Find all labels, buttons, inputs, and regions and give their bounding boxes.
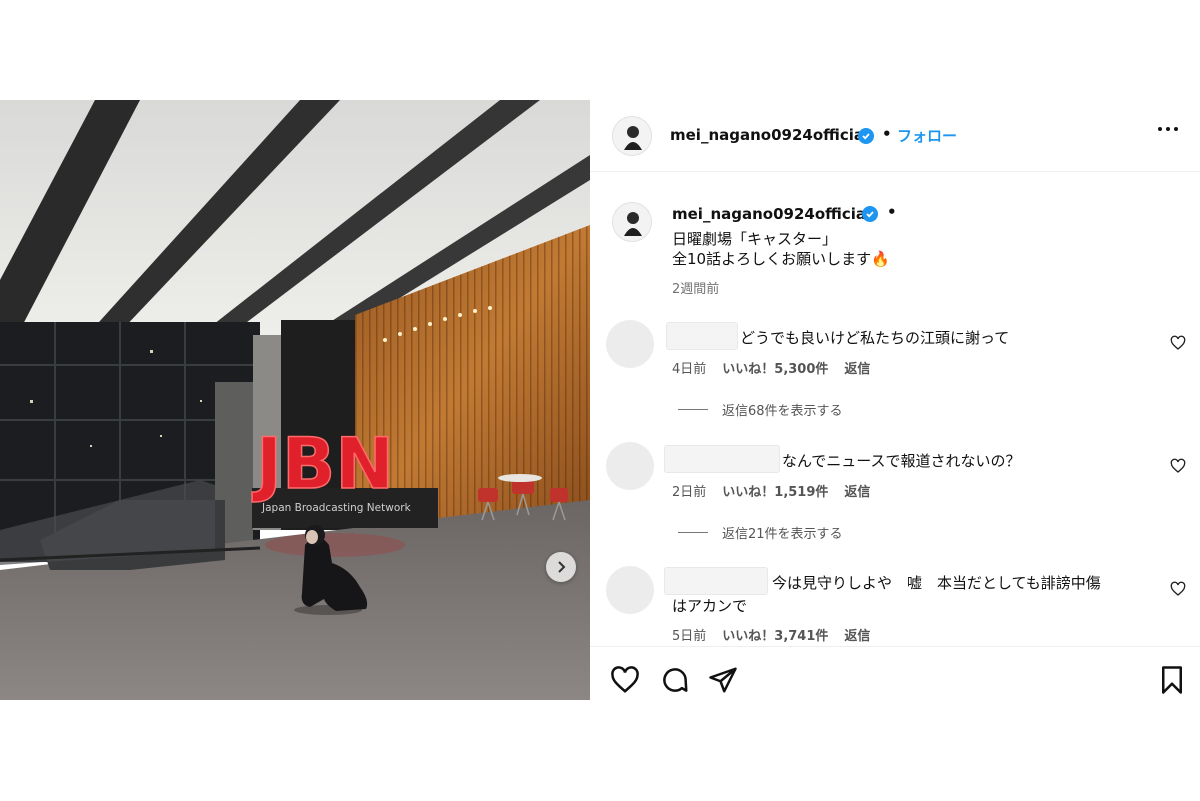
post-timestamp: 2週間前 xyxy=(672,282,720,297)
heart-icon[interactable] xyxy=(1170,581,1186,597)
reply-button[interactable]: 返信 xyxy=(844,625,870,644)
comment-avatar[interactable] xyxy=(606,566,654,614)
comment-meta: 5日前 いいね！3,741件 返信 xyxy=(672,625,870,644)
jbn-sign-subtext: Japan Broadcasting Network xyxy=(261,502,412,514)
avatar-image xyxy=(613,117,651,155)
post-header: mei_nagano0924official • フォロー xyxy=(590,100,1200,172)
reply-button[interactable]: 返信 xyxy=(844,481,870,500)
lobby-photo: JBN Japan Broadcasting Network xyxy=(0,100,590,700)
comment-meta: 4日前 いいね！5,300件 返信 xyxy=(672,358,870,377)
post-action-bar xyxy=(590,646,1200,700)
verified-badge-icon xyxy=(858,128,874,144)
caption-line-2: 全10話よろしくお願いします🔥 xyxy=(672,250,890,268)
comment-time: 2日前 xyxy=(672,485,707,500)
view-replies-button[interactable]: 返信21件を表示する xyxy=(678,523,843,542)
caption-line-1: 日曜劇場「キャスター」 xyxy=(672,230,838,248)
heart-icon[interactable] xyxy=(1170,335,1186,351)
verified-badge-icon xyxy=(862,206,878,222)
avatar[interactable] xyxy=(612,116,652,156)
comment-icon[interactable] xyxy=(660,665,690,695)
comment-likes[interactable]: いいね！3,741件 xyxy=(722,625,828,644)
heart-icon[interactable] xyxy=(610,665,640,695)
view-replies-button[interactable]: 返信68件を表示する xyxy=(678,400,843,419)
more-options-icon[interactable] xyxy=(1158,127,1178,131)
comment-avatar[interactable] xyxy=(606,320,654,368)
next-photo-button[interactable] xyxy=(546,552,576,582)
view-replies-label: 返信21件を表示する xyxy=(722,527,843,542)
comment-meta: 2日前 いいね！1,519件 返信 xyxy=(672,481,870,500)
comment-text-line-1: 今は見守りしよや 嘘 本当だとしても誹謗中傷 xyxy=(772,574,1101,592)
post-photo: JBN Japan Broadcasting Network xyxy=(0,100,590,700)
comment-text: なんでニュースで報道されないの？ xyxy=(782,452,1021,470)
caption-avatar[interactable] xyxy=(612,202,652,242)
chevron-right-icon xyxy=(558,561,566,573)
heart-icon[interactable] xyxy=(1170,458,1186,474)
share-icon[interactable] xyxy=(708,665,738,695)
comment-username-redacted xyxy=(664,445,780,473)
comment-avatar[interactable] xyxy=(606,442,654,490)
jbn-sign: JBN xyxy=(252,423,394,505)
separator-dot: • xyxy=(887,203,897,221)
comment-likes[interactable]: いいね！5,300件 xyxy=(722,358,828,377)
follow-button[interactable]: フォロー xyxy=(897,125,957,146)
reply-button[interactable]: 返信 xyxy=(844,358,870,377)
separator-dot: • xyxy=(882,125,892,143)
view-replies-label: 返信68件を表示する xyxy=(722,404,843,419)
caption-username[interactable]: mei_nagano0924official xyxy=(672,205,871,223)
comment-time: 4日前 xyxy=(672,362,707,377)
comment-likes[interactable]: いいね！1,519件 xyxy=(722,481,828,500)
comment-text-line-2: はアカンで xyxy=(672,597,748,615)
bookmark-icon[interactable] xyxy=(1157,665,1187,695)
avatar-image xyxy=(613,203,651,241)
comment-time: 5日前 xyxy=(672,629,707,644)
post-sidebar: mei_nagano0924official • フォロー mei_nagano… xyxy=(590,100,1200,700)
header-username[interactable]: mei_nagano0924official xyxy=(670,126,869,144)
comment-text: どうでも良いけど私たちの江頭に謝って xyxy=(740,329,1010,347)
comment-username-redacted xyxy=(666,322,738,350)
comment-username-redacted xyxy=(664,567,768,595)
